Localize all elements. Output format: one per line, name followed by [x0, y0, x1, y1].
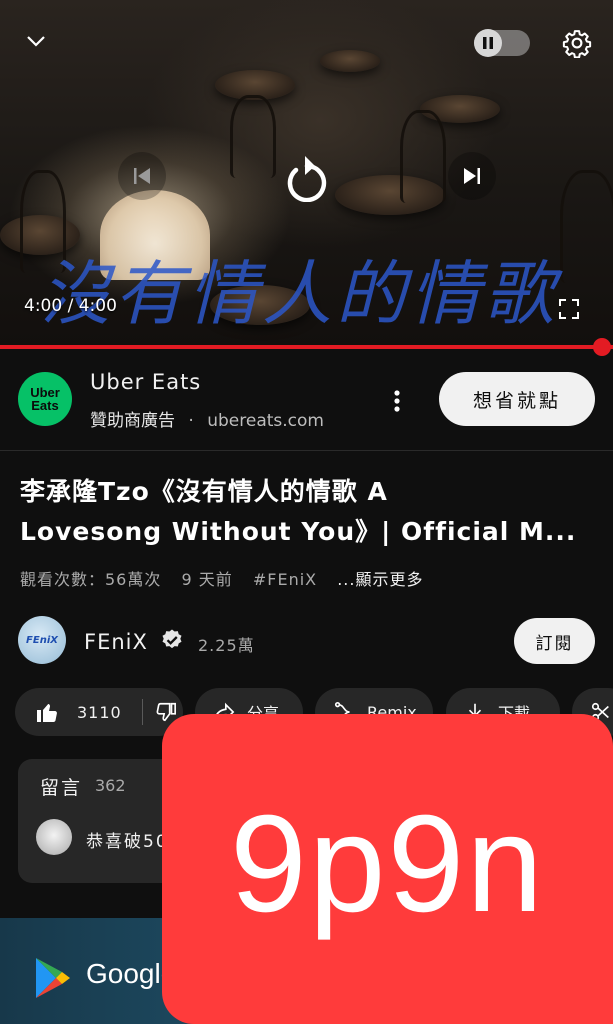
- thumbs-down-icon[interactable]: [155, 701, 177, 723]
- channel-avatar[interactable]: FEniX: [18, 616, 66, 664]
- like-divider: [141, 699, 143, 725]
- video-meta[interactable]: 觀看次數：56萬次 9 天前 #FEniX ...顯示更多: [20, 566, 437, 590]
- commenter-avatar: [36, 819, 72, 855]
- progress-bar[interactable]: [0, 345, 613, 349]
- like-dislike-chip: 3110: [15, 688, 183, 736]
- scene-chair: [230, 95, 276, 178]
- upload-age: 9 天前: [181, 570, 233, 589]
- view-count: 觀看次數：56萬次: [20, 570, 162, 589]
- sponsored-label: 贊助商廣告: [90, 411, 175, 431]
- channel-name[interactable]: FEniX: [84, 630, 148, 654]
- comments-count: 362: [95, 776, 126, 795]
- settings-gear-icon[interactable]: [558, 24, 596, 62]
- logo-line2: Eats: [31, 398, 59, 413]
- pause-icon: [474, 29, 502, 57]
- video-title[interactable]: 李承隆Tzo《沒有情人的情歌 A Lovesong Without You》| …: [20, 472, 595, 552]
- ad-cta-button[interactable]: 想省就點: [439, 372, 595, 426]
- scene-table: [320, 50, 380, 72]
- sponsored-ad[interactable]: Uber Eats Uber Eats 贊助商廣告 · ubereats.com…: [0, 350, 613, 451]
- video-player[interactable]: 沒有情人的情歌 4:00 / 4:00: [0, 0, 613, 347]
- hashtag-link[interactable]: #FEniX: [253, 570, 317, 589]
- minimize-chevron-icon[interactable]: [20, 25, 52, 57]
- next-track-icon[interactable]: [448, 152, 496, 200]
- verified-badge-icon: [160, 628, 184, 652]
- more-vert-icon[interactable]: [385, 386, 409, 416]
- separator-dot: ·: [188, 411, 194, 431]
- uber-eats-logo: Uber Eats: [18, 372, 72, 426]
- ad-subtitle: 贊助商廣告 · ubereats.com: [90, 406, 324, 431]
- time-display: 4:00 / 4:00: [24, 296, 117, 316]
- scene-chair: [400, 110, 446, 203]
- autoplay-toggle[interactable]: [474, 29, 530, 57]
- previous-track-icon[interactable]: [118, 152, 166, 200]
- replay-icon[interactable]: [278, 146, 336, 208]
- subscribe-button[interactable]: 訂閱: [514, 618, 595, 664]
- ad-url: ubereats.com: [207, 411, 324, 431]
- comments-title: 留言: [40, 777, 83, 799]
- thumbs-up-icon[interactable]: [35, 700, 59, 724]
- overlay-code-badge: 9p9n: [162, 714, 613, 1024]
- scene-chair: [560, 170, 613, 283]
- video-title-line1: 李承隆Tzo《沒有情人的情歌 A: [20, 477, 388, 506]
- fullscreen-icon[interactable]: [556, 296, 582, 322]
- top-comment-text: 恭喜破50: [86, 832, 169, 852]
- show-more-link[interactable]: ...顯示更多: [337, 570, 423, 589]
- subscriber-count: 2.25萬: [198, 636, 255, 655]
- video-title-line2: Lovesong Without You》| Official M...: [20, 517, 577, 546]
- google-play-logo-icon: [32, 956, 72, 1000]
- advertiser-name: Uber Eats: [90, 370, 202, 394]
- badge-code-text: 9p9n: [230, 786, 545, 941]
- like-count: 3110: [77, 702, 122, 722]
- lyric-overlay: 沒有情人的情歌: [40, 253, 558, 335]
- avatar-logo-text: FEniX: [26, 634, 58, 646]
